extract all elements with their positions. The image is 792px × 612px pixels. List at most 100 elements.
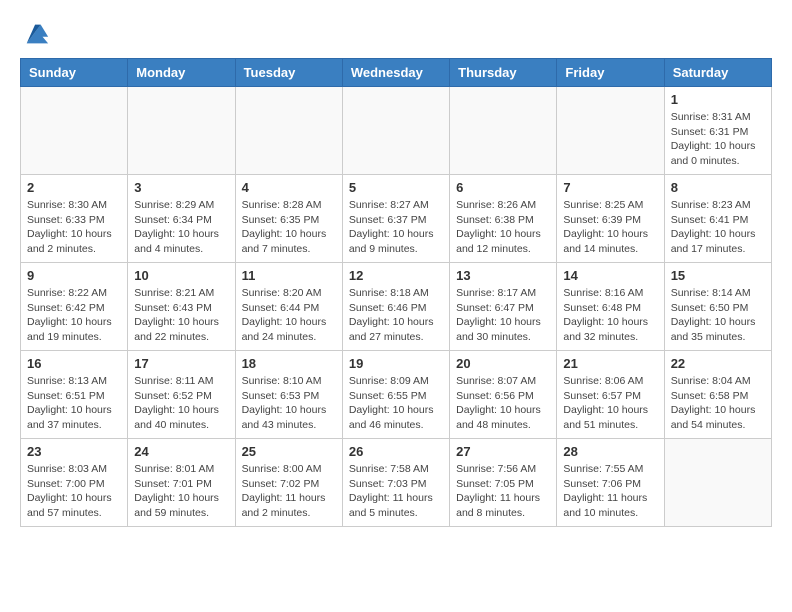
- day-number: 12: [349, 268, 443, 283]
- calendar-day: [21, 87, 128, 175]
- weekday-header: Saturday: [664, 59, 771, 87]
- day-number: 18: [242, 356, 336, 371]
- day-number: 8: [671, 180, 765, 195]
- day-info: Sunrise: 8:17 AM Sunset: 6:47 PM Dayligh…: [456, 286, 550, 345]
- calendar-day: 21 Sunrise: 8:06 AM Sunset: 6:57 PM Dayli…: [557, 351, 664, 439]
- day-info: Sunrise: 8:03 AM Sunset: 7:00 PM Dayligh…: [27, 462, 121, 521]
- weekday-header: Sunday: [21, 59, 128, 87]
- logo: [20, 20, 50, 48]
- day-number: 28: [563, 444, 657, 459]
- calendar-day: 11Sunrise: 8:20 AM Sunset: 6:44 PM Dayli…: [235, 263, 342, 351]
- calendar-day: 15 Sunrise: 8:14 AM Sunset: 6:50 PM Dayli…: [664, 263, 771, 351]
- calendar-day: [450, 87, 557, 175]
- day-info: Sunrise: 8:27 AM Sunset: 6:37 PM Dayligh…: [349, 198, 443, 257]
- calendar-day: 2 Sunrise: 8:30 AM Sunset: 6:33 PM Daylig…: [21, 175, 128, 263]
- day-number: 16: [27, 356, 121, 371]
- day-number: 1: [671, 92, 765, 107]
- calendar-day: [342, 87, 449, 175]
- day-number: 22: [671, 356, 765, 371]
- day-info: Sunrise: 8:11 AM Sunset: 6:52 PM Dayligh…: [134, 374, 228, 433]
- calendar-day: [664, 439, 771, 527]
- page-header: [20, 20, 772, 48]
- calendar-day: 20 Sunrise: 8:07 AM Sunset: 6:56 PM Dayli…: [450, 351, 557, 439]
- day-info: Sunrise: 8:30 AM Sunset: 6:33 PM Dayligh…: [27, 198, 121, 257]
- calendar-day: 10 Sunrise: 8:21 AM Sunset: 6:43 PM Dayli…: [128, 263, 235, 351]
- day-number: 7: [563, 180, 657, 195]
- day-info: Sunrise: 8:09 AM Sunset: 6:55 PM Dayligh…: [349, 374, 443, 433]
- calendar-day: 8Sunrise: 8:23 AM Sunset: 6:41 PM Daylig…: [664, 175, 771, 263]
- day-info: Sunrise: 8:20 AM Sunset: 6:44 PM Dayligh…: [242, 286, 336, 345]
- calendar-day: 5 Sunrise: 8:27 AM Sunset: 6:37 PM Daylig…: [342, 175, 449, 263]
- day-info: Sunrise: 8:07 AM Sunset: 6:56 PM Dayligh…: [456, 374, 550, 433]
- day-number: 25: [242, 444, 336, 459]
- day-info: Sunrise: 8:01 AM Sunset: 7:01 PM Dayligh…: [134, 462, 228, 521]
- day-number: 5: [349, 180, 443, 195]
- calendar-week: 1 Sunrise: 8:31 AM Sunset: 6:31 PM Daylig…: [21, 87, 772, 175]
- weekday-header: Friday: [557, 59, 664, 87]
- day-info: Sunrise: 8:21 AM Sunset: 6:43 PM Dayligh…: [134, 286, 228, 345]
- day-info: Sunrise: 8:25 AM Sunset: 6:39 PM Dayligh…: [563, 198, 657, 257]
- calendar-day: 19 Sunrise: 8:09 AM Sunset: 6:55 PM Dayli…: [342, 351, 449, 439]
- day-info: Sunrise: 8:16 AM Sunset: 6:48 PM Dayligh…: [563, 286, 657, 345]
- day-number: 6: [456, 180, 550, 195]
- weekday-header: Tuesday: [235, 59, 342, 87]
- day-number: 20: [456, 356, 550, 371]
- day-number: 19: [349, 356, 443, 371]
- day-info: Sunrise: 8:28 AM Sunset: 6:35 PM Dayligh…: [242, 198, 336, 257]
- calendar-week: 9 Sunrise: 8:22 AM Sunset: 6:42 PM Daylig…: [21, 263, 772, 351]
- calendar-week: 2 Sunrise: 8:30 AM Sunset: 6:33 PM Daylig…: [21, 175, 772, 263]
- calendar-day: 13Sunrise: 8:17 AM Sunset: 6:47 PM Dayli…: [450, 263, 557, 351]
- weekday-header: Thursday: [450, 59, 557, 87]
- day-info: Sunrise: 8:31 AM Sunset: 6:31 PM Dayligh…: [671, 110, 765, 169]
- day-number: 27: [456, 444, 550, 459]
- day-info: Sunrise: 8:06 AM Sunset: 6:57 PM Dayligh…: [563, 374, 657, 433]
- day-info: Sunrise: 8:29 AM Sunset: 6:34 PM Dayligh…: [134, 198, 228, 257]
- day-info: Sunrise: 8:10 AM Sunset: 6:53 PM Dayligh…: [242, 374, 336, 433]
- calendar-day: 28 Sunrise: 7:55 AM Sunset: 7:06 PM Dayli…: [557, 439, 664, 527]
- calendar-table: SundayMondayTuesdayWednesdayThursdayFrid…: [20, 58, 772, 527]
- day-number: 14: [563, 268, 657, 283]
- calendar-day: 23 Sunrise: 8:03 AM Sunset: 7:00 PM Dayli…: [21, 439, 128, 527]
- calendar-day: 17 Sunrise: 8:11 AM Sunset: 6:52 PM Dayli…: [128, 351, 235, 439]
- calendar-week: 23 Sunrise: 8:03 AM Sunset: 7:00 PM Dayli…: [21, 439, 772, 527]
- calendar-day: 16Sunrise: 8:13 AM Sunset: 6:51 PM Dayli…: [21, 351, 128, 439]
- calendar-day: [235, 87, 342, 175]
- day-number: 17: [134, 356, 228, 371]
- day-number: 15: [671, 268, 765, 283]
- day-info: Sunrise: 7:55 AM Sunset: 7:06 PM Dayligh…: [563, 462, 657, 521]
- calendar-header: SundayMondayTuesdayWednesdayThursdayFrid…: [21, 59, 772, 87]
- day-info: Sunrise: 8:00 AM Sunset: 7:02 PM Dayligh…: [242, 462, 336, 521]
- day-number: 26: [349, 444, 443, 459]
- day-info: Sunrise: 7:56 AM Sunset: 7:05 PM Dayligh…: [456, 462, 550, 521]
- day-info: Sunrise: 8:14 AM Sunset: 6:50 PM Dayligh…: [671, 286, 765, 345]
- day-number: 21: [563, 356, 657, 371]
- day-number: 10: [134, 268, 228, 283]
- day-info: Sunrise: 8:04 AM Sunset: 6:58 PM Dayligh…: [671, 374, 765, 433]
- calendar-day: 9 Sunrise: 8:22 AM Sunset: 6:42 PM Daylig…: [21, 263, 128, 351]
- calendar-day: 1 Sunrise: 8:31 AM Sunset: 6:31 PM Daylig…: [664, 87, 771, 175]
- calendar-day: 26 Sunrise: 7:58 AM Sunset: 7:03 PM Dayli…: [342, 439, 449, 527]
- day-info: Sunrise: 7:58 AM Sunset: 7:03 PM Dayligh…: [349, 462, 443, 521]
- calendar-day: 24 Sunrise: 8:01 AM Sunset: 7:01 PM Dayli…: [128, 439, 235, 527]
- logo-icon: [22, 20, 50, 48]
- weekday-header: Monday: [128, 59, 235, 87]
- calendar-day: 4Sunrise: 8:28 AM Sunset: 6:35 PM Daylig…: [235, 175, 342, 263]
- calendar-day: [128, 87, 235, 175]
- calendar-week: 16Sunrise: 8:13 AM Sunset: 6:51 PM Dayli…: [21, 351, 772, 439]
- day-number: 9: [27, 268, 121, 283]
- calendar-day: 25 Sunrise: 8:00 AM Sunset: 7:02 PM Dayli…: [235, 439, 342, 527]
- calendar-day: 7 Sunrise: 8:25 AM Sunset: 6:39 PM Daylig…: [557, 175, 664, 263]
- calendar-day: 12 Sunrise: 8:18 AM Sunset: 6:46 PM Dayli…: [342, 263, 449, 351]
- day-number: 24: [134, 444, 228, 459]
- calendar-day: 3Sunrise: 8:29 AM Sunset: 6:34 PM Daylig…: [128, 175, 235, 263]
- calendar-day: 14 Sunrise: 8:16 AM Sunset: 6:48 PM Dayli…: [557, 263, 664, 351]
- day-number: 2: [27, 180, 121, 195]
- day-info: Sunrise: 8:22 AM Sunset: 6:42 PM Dayligh…: [27, 286, 121, 345]
- day-info: Sunrise: 8:18 AM Sunset: 6:46 PM Dayligh…: [349, 286, 443, 345]
- calendar-day: 22 Sunrise: 8:04 AM Sunset: 6:58 PM Dayli…: [664, 351, 771, 439]
- day-number: 23: [27, 444, 121, 459]
- calendar-day: 27 Sunrise: 7:56 AM Sunset: 7:05 PM Dayli…: [450, 439, 557, 527]
- calendar-day: 6Sunrise: 8:26 AM Sunset: 6:38 PM Daylig…: [450, 175, 557, 263]
- calendar-day: 18 Sunrise: 8:10 AM Sunset: 6:53 PM Dayli…: [235, 351, 342, 439]
- calendar-day: [557, 87, 664, 175]
